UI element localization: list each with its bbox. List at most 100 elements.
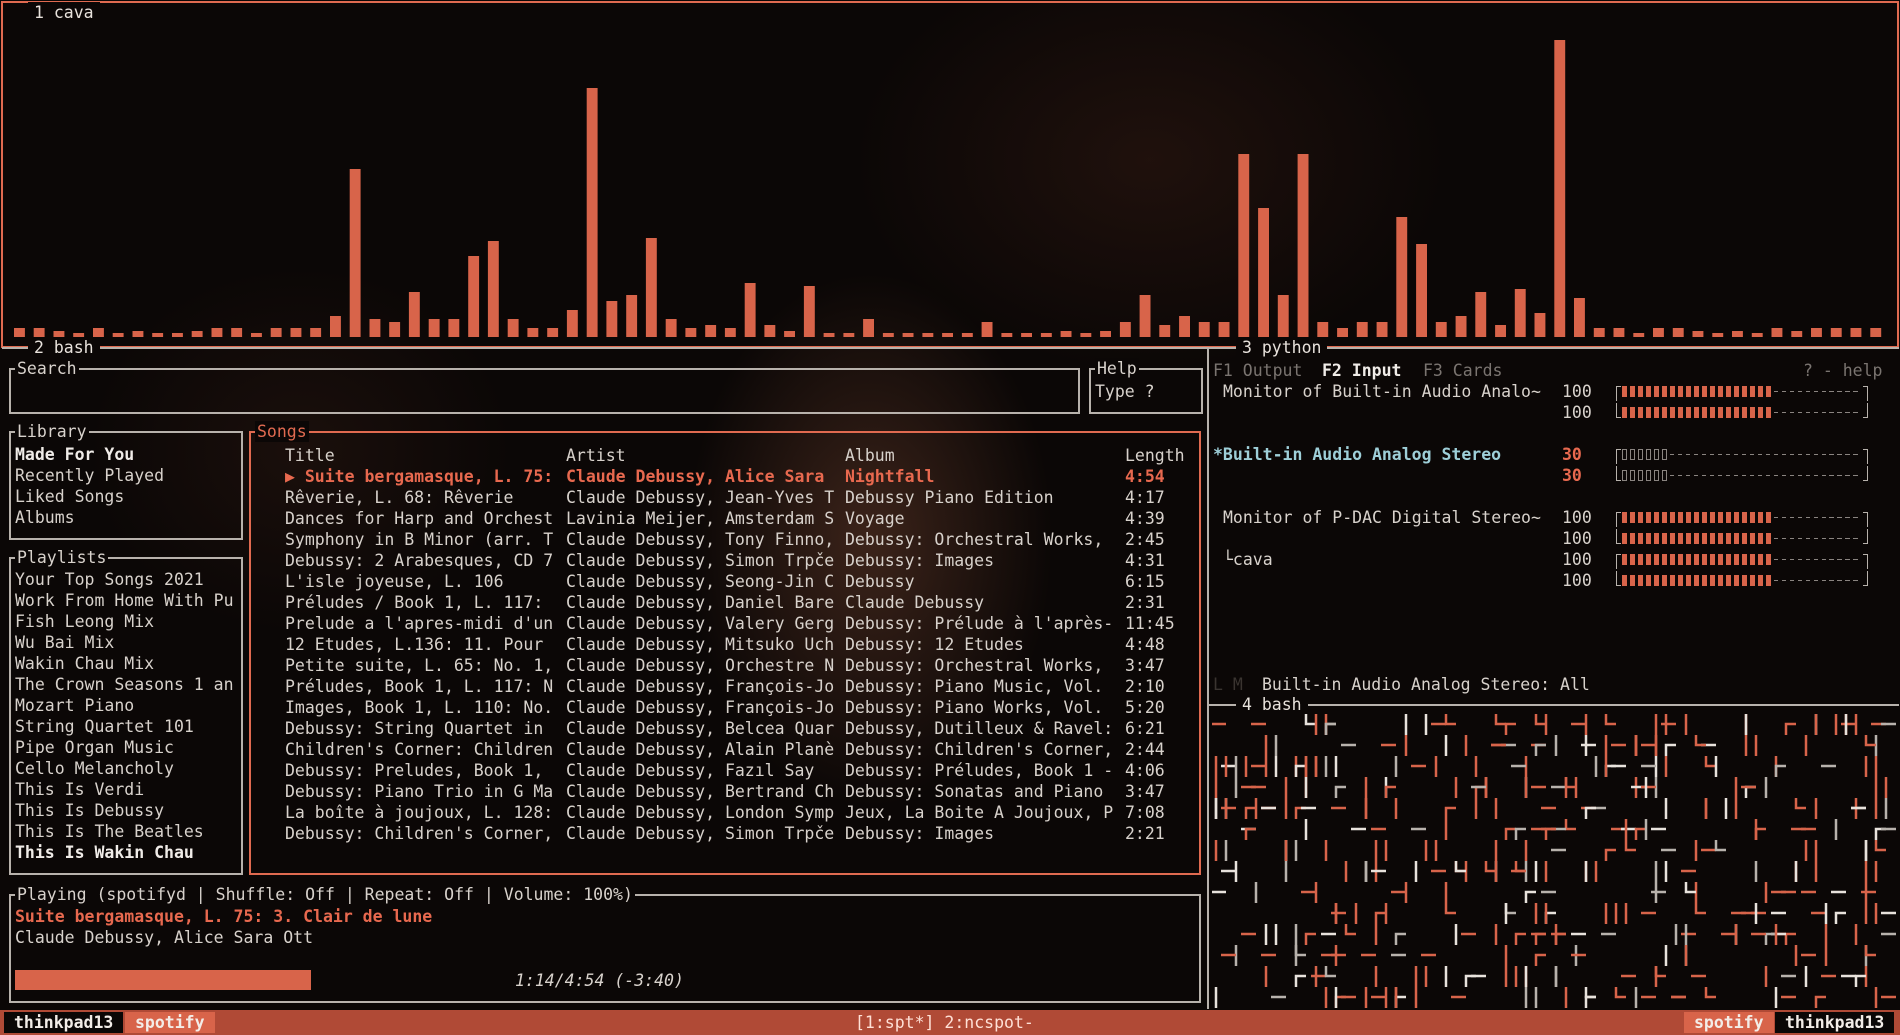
volume-meter[interactable] [1616,512,1868,527]
cava-bar [566,310,578,337]
song-row[interactable]: Symphony in B Minor (arr. T Claude Debuss… [251,529,1197,550]
song-row[interactable]: Préludes / Book 1, L. 117: Claude Debussy… [251,592,1197,613]
pipe-segment [1304,932,1316,945]
volume-meter[interactable] [1616,466,1868,482]
mixer-device-name[interactable]: *Built-in Audio Analog Stereo [1213,444,1501,465]
song-row[interactable]: 12 Etudes, L.136: 11. Pour Claude Debussy… [251,634,1197,655]
song-row[interactable]: Debussy: Children's Corner, Claude Debuss… [251,823,1197,844]
pipe-segment [1514,932,1526,945]
volume-meter[interactable] [1616,554,1868,569]
mixer-device-name[interactable]: └cava [1223,549,1273,570]
pipe-segment [1454,861,1466,873]
playlist-item[interactable]: This Is The Beatles [15,821,234,842]
song-album: Debussy: Préludes, Book 1 - [845,761,1114,780]
song-row[interactable]: Petite suite, L. 65: No. 1, Claude Debuss… [251,655,1197,676]
pipe-segment [1584,806,1596,819]
song-row[interactable]: La boîte à joujoux, L. 128: Claude Debuss… [251,802,1197,823]
tab-output[interactable]: F1 Output [1213,360,1302,381]
song-title: 12 Etudes, L.136: 11. Pour [285,635,544,654]
cava-bar [1001,333,1013,337]
cava-bar [468,256,480,337]
column-header-album[interactable]: Album [845,445,895,466]
playlist-item[interactable]: Mozart Piano [15,695,234,716]
song-row[interactable]: Préludes, Book 1, L. 117: N Claude Debuss… [251,676,1197,697]
library-item[interactable]: Liked Songs [15,486,164,507]
mixer-device-name[interactable]: Monitor of P-DAC Digital Stereo~ [1223,507,1541,528]
song-title: Préludes / Book 1, L. 117: [285,593,544,612]
playlist-item[interactable]: This Is Wakin Chau [15,842,234,863]
pipe-segment [1544,911,1556,924]
playlist-item[interactable]: Cello Melancholy [15,758,234,779]
tab-input[interactable]: F2 Input [1322,360,1401,381]
song-title: Debussy: Preludes, Book 1, [285,761,544,780]
song-title: Debussy: 2 Arabesques, CD 7 [285,551,554,570]
pipe-segment [1584,987,1596,999]
playlist-item[interactable]: Wakin Chau Mix [15,653,234,674]
song-length: 3:47 [1125,656,1165,675]
song-title: Rêverie, L. 68: Rêverie [285,488,514,507]
song-row[interactable]: ▶ Suite bergamasque, L. 75: Claude Debuss… [251,466,1197,487]
tab-cards[interactable]: F3 Cards [1423,360,1502,381]
volume-meter[interactable] [1616,386,1868,401]
playlist-item[interactable]: Pipe Organ Music [15,737,234,758]
cava-bar [93,328,104,337]
song-album: Debussy: Orchestral Works, [845,530,1104,549]
cava-bar [1475,292,1487,337]
bash4-pane-title: 4 bash [1236,694,1308,715]
pipe-segment [1334,995,1346,1008]
column-header-length[interactable]: Length [1125,445,1185,466]
pipe-segment [1694,735,1706,747]
cava-bar [507,319,519,337]
search-box[interactable]: Search [9,358,1080,414]
progress-bar[interactable]: 1:14/4:54 (-3:40) [15,970,1190,990]
song-artist: Claude Debussy, Daniel Bare [566,593,835,612]
song-row[interactable]: Debussy: Piano Trio in G Ma Claude Debuss… [251,781,1197,802]
mixer-device-name[interactable]: Monitor of Built-in Audio Analo~ [1223,381,1541,402]
songs-label: Songs [255,421,309,442]
volume-meter[interactable] [1616,449,1868,464]
song-album: Debussy: Images [845,551,995,570]
playlist-item[interactable]: Work From Home With Pu [15,590,234,611]
pipe-segment [1784,932,1796,945]
cava-bar [1613,328,1625,337]
pipe-segment [1494,714,1506,726]
playlist-item[interactable]: String Quartet 101 [15,716,234,737]
column-header-title[interactable]: Title [285,445,335,466]
song-row[interactable]: Debussy: 2 Arabesques, CD 7 Claude Debuss… [251,550,1197,571]
song-title: Petite suite, L. 65: No. 1, [285,656,554,675]
mixer-help-hint[interactable]: ? - help [1803,360,1882,381]
song-title: Debussy: Piano Trio in G Ma [285,782,554,801]
library-item[interactable]: Made For You [15,444,164,465]
pipe-segment [1604,848,1616,861]
status-window-list[interactable]: [1:spt*] 2:ncspot- [855,1012,1034,1033]
volume-meter[interactable] [1616,403,1868,419]
playlist-item[interactable]: Wu Bai Mix [15,632,234,653]
help-box[interactable]: Help Type ? [1089,358,1203,414]
volume-meter[interactable] [1616,571,1868,587]
song-row[interactable]: Children's Corner: Children Claude Debuss… [251,739,1197,760]
playlist-item[interactable]: Fish Leong Mix [15,611,234,632]
song-row[interactable]: Images, Book 1, L. 110: No. Claude Debuss… [251,697,1197,718]
song-row[interactable]: L'isle joyeuse, L. 106 Claude Debussy, Se… [251,571,1197,592]
song-row[interactable]: Dances for Harp and Orchest Lavinia Meije… [251,508,1197,529]
song-row[interactable]: Rêverie, L. 68: Rêverie Claude Debussy, J… [251,487,1197,508]
column-header-artist[interactable]: Artist [566,445,626,466]
library-item[interactable]: Albums [15,507,164,528]
song-album: Debussy: Piano Music, Vol. [845,677,1104,696]
cava-bar [863,319,874,337]
playlist-item[interactable]: This Is Verdi [15,779,234,800]
song-row[interactable]: Prelude a l'apres-midi d'un Claude Debuss… [251,613,1197,634]
cava-bar [1534,313,1546,337]
cava-bar [1751,333,1763,337]
song-row[interactable]: Debussy: String Quartet in Claude Debussy… [251,718,1197,739]
status-host-right: thinkpad13 [1775,1012,1895,1033]
library-item[interactable]: Recently Played [15,465,164,486]
cava-bar [448,319,460,337]
playlist-item[interactable]: This Is Debussy [15,800,234,821]
volume-meter[interactable] [1616,529,1868,545]
playlist-item[interactable]: Your Top Songs 2021 [15,569,234,590]
cava-bar [1435,322,1447,337]
playlist-item[interactable]: The Crown Seasons 1 an [15,674,234,695]
song-artist: Lavinia Meijer, Amsterdam S [566,509,835,528]
song-row[interactable]: Debussy: Preludes, Book 1, Claude Debussy… [251,760,1197,781]
